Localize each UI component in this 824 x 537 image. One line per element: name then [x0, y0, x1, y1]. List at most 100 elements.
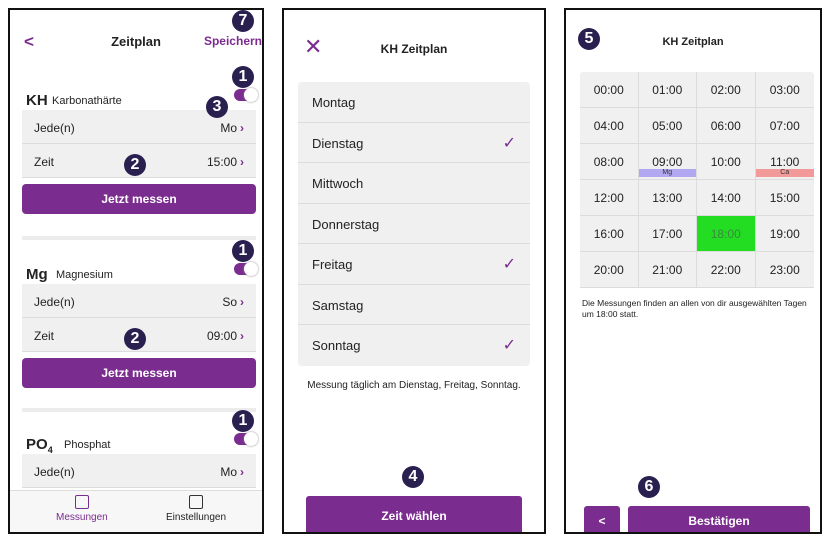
time-label: 21:00: [652, 262, 683, 277]
time-cell[interactable]: 19:00: [755, 216, 814, 252]
time-cell[interactable]: 04:00: [580, 108, 639, 144]
weekday-item[interactable]: Sonntag ✓: [298, 325, 530, 366]
po4-toggle[interactable]: [234, 432, 258, 446]
time-picker-panel: 5 KH Zeitplan 00:00 01:00 02:00 03:00 04:00 0…: [564, 8, 822, 534]
time-label: 02:00: [710, 82, 741, 97]
row-value: Mo ›: [220, 465, 244, 479]
chevron-right-icon: ›: [240, 121, 244, 135]
time-cell[interactable]: 00:00: [580, 72, 639, 108]
checkmark-icon: ✓: [502, 134, 516, 152]
row-value: 09:00 ›: [207, 329, 244, 343]
choose-time-button[interactable]: Zeit wählen: [306, 496, 522, 532]
time-cell[interactable]: 14:00: [697, 180, 756, 216]
time-label: 03:00: [769, 82, 800, 97]
time-cell[interactable]: 16:00: [580, 216, 639, 252]
weekday-label: Samstag: [312, 297, 364, 313]
back-button[interactable]: <: [584, 506, 620, 532]
callout-6: 6: [638, 476, 660, 498]
row-label: Jede(n): [34, 121, 75, 135]
weekday-item[interactable]: Mittwoch: [298, 163, 530, 204]
time-label: 08:00: [593, 154, 624, 169]
time-label: 12:00: [593, 190, 624, 205]
save-button[interactable]: Speichern: [204, 34, 262, 48]
time-cell[interactable]: 10:00: [697, 144, 756, 180]
weekday-label: Sonntag: [312, 338, 361, 353]
page-title: KH Zeitplan: [380, 42, 448, 56]
chevron-right-icon: ›: [240, 465, 244, 479]
time-label: 01:00: [652, 82, 683, 97]
time-value: 09:00: [206, 329, 237, 343]
time-cell[interactable]: 23:00: [755, 252, 814, 288]
time-label: 06:00: [710, 118, 741, 133]
measure-now-button[interactable]: Jetzt messen: [22, 358, 256, 388]
mg-weekday-row[interactable]: Jede(n) So ›: [22, 284, 256, 318]
time-cell[interactable]: 11:00 Ca: [755, 144, 814, 180]
weekday-item[interactable]: Donnerstag: [298, 204, 530, 244]
time-label: 07:00: [769, 118, 800, 133]
time-cell[interactable]: 01:00: [638, 72, 697, 108]
bottom-nav: Messungen Einstellungen: [10, 490, 262, 532]
mg-toggle[interactable]: [234, 262, 258, 276]
measurement-tag: Ca: [755, 169, 814, 177]
time-label: 22:00: [710, 262, 741, 277]
time-cell[interactable]: 22:00: [697, 252, 756, 288]
checkmark-icon: ✓: [502, 337, 516, 354]
row-value: Mo ›: [220, 121, 244, 135]
time-cell[interactable]: 12:00: [580, 180, 639, 216]
time-cell[interactable]: 18:00: [697, 216, 756, 252]
symbol-main: PO: [26, 436, 48, 453]
time-label: 11:00: [770, 154, 800, 169]
weekday-item[interactable]: Dienstag ✓: [298, 123, 530, 163]
param-name: Karbonathärte: [52, 95, 122, 107]
weekday-label: Dienstag: [312, 135, 364, 151]
param-symbol: PO4: [26, 436, 53, 455]
confirm-button[interactable]: Bestätigen: [628, 506, 810, 532]
chevron-right-icon: ›: [240, 155, 244, 169]
weekday-value: Mo: [220, 465, 237, 479]
time-label: 10:00: [710, 154, 741, 169]
header: < Zeitplan Speichern: [10, 30, 262, 56]
time-cell[interactable]: 21:00: [638, 252, 697, 288]
row-label: Jede(n): [34, 295, 75, 309]
callout-1: 1: [232, 410, 254, 432]
callout-3: 3: [206, 96, 228, 118]
time-cell[interactable]: 07:00: [755, 108, 814, 144]
measure-now-button[interactable]: Jetzt messen: [22, 184, 256, 214]
weekday-item[interactable]: Freitag ✓: [298, 244, 530, 285]
callout-5: 5: [578, 28, 600, 50]
nav-measurements[interactable]: Messungen: [56, 495, 108, 523]
po4-weekday-row[interactable]: Jede(n) Mo ›: [22, 454, 256, 488]
time-cell[interactable]: 05:00: [638, 108, 697, 144]
toggle-knob: [244, 88, 258, 102]
weekday-label: Mittwoch: [312, 176, 364, 191]
time-label: 17:00: [652, 226, 683, 241]
time-cell[interactable]: 15:00: [755, 180, 814, 216]
toggle-knob: [244, 262, 258, 276]
nav-settings[interactable]: Einstellungen: [166, 495, 226, 523]
weekday-value: So: [222, 295, 237, 309]
chevron-right-icon: ›: [240, 295, 244, 309]
weekday-label: Freitag: [312, 257, 353, 272]
time-cell[interactable]: 02:00: [697, 72, 756, 108]
time-cell[interactable]: 08:00: [580, 144, 639, 180]
param-symbol: KH: [26, 92, 48, 109]
time-cell[interactable]: 09:00 Mg: [638, 144, 697, 180]
nav-label: Einstellungen: [166, 512, 227, 523]
time-value: 15:00: [206, 155, 237, 169]
time-cell[interactable]: 17:00: [638, 216, 697, 252]
kh-toggle[interactable]: [234, 88, 258, 102]
time-label: 09:00: [652, 154, 683, 169]
settings-icon: [189, 495, 204, 509]
param-symbol: Mg: [26, 266, 48, 283]
weekday-item[interactable]: Samstag: [298, 285, 530, 325]
time-cell[interactable]: 13:00: [638, 180, 697, 216]
time-cell[interactable]: 03:00: [755, 72, 814, 108]
param-mg: Mg Magnesium Jede(n) So › Zeit 09:00 › Jet…: [22, 260, 258, 388]
time-label: 15:00: [769, 190, 800, 205]
weekday-item[interactable]: Montag: [298, 82, 530, 123]
time-label: 23:00: [769, 262, 800, 277]
time-label: 05:00: [652, 118, 683, 133]
time-cell[interactable]: 06:00: [697, 108, 756, 144]
time-cell[interactable]: 20:00: [580, 252, 639, 288]
time-label: 14:00: [710, 190, 741, 205]
